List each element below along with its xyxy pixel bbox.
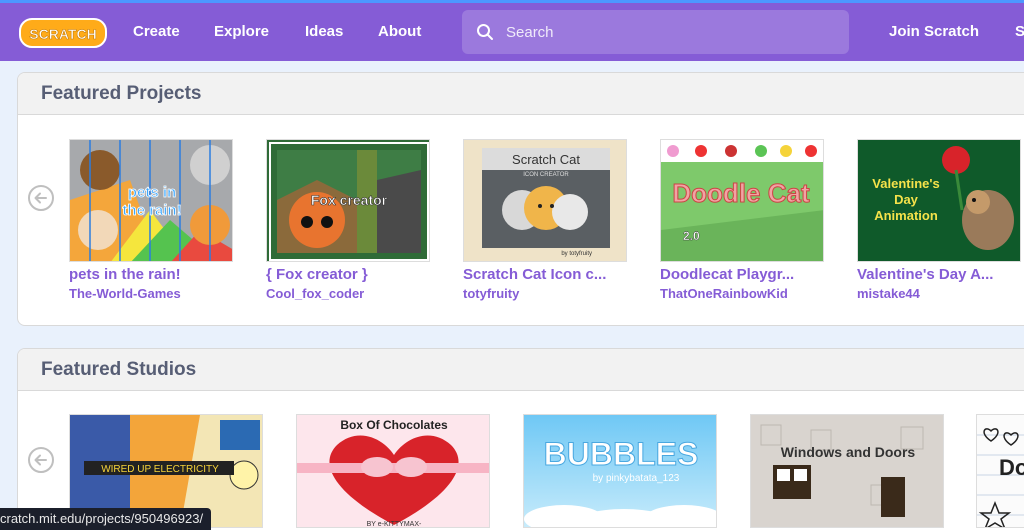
svg-text:pets in: pets in (128, 184, 176, 201)
svg-text:Day: Day (894, 192, 919, 207)
svg-text:by pinkybatata_123: by pinkybatata_123 (593, 473, 680, 484)
carousel-left-arrow-icon[interactable] (28, 185, 54, 211)
project-card[interactable]: Valentine's Day Animation Valentine's Da… (857, 139, 1021, 301)
carousel-left-arrow-icon[interactable] (28, 447, 54, 473)
project-title[interactable]: Scratch Cat Icon c... (463, 266, 627, 283)
scratch-logo[interactable]: SCRATCH (18, 16, 108, 50)
nav-ideas[interactable]: Ideas (305, 23, 343, 40)
svg-text:ICON CREATOR: ICON CREATOR (523, 172, 569, 178)
project-thumbnail[interactable]: pets in the rain! (69, 139, 233, 262)
svg-text:Doodle Cat: Doodle Cat (672, 178, 810, 208)
project-title[interactable]: { Fox creator } (266, 266, 430, 283)
nav-about[interactable]: About (378, 23, 421, 40)
nav-create[interactable]: Create (133, 23, 180, 40)
project-author[interactable]: ThatOneRainbowKid (660, 286, 824, 301)
svg-text:BUBBLES: BUBBLES (544, 436, 699, 472)
project-thumbnail[interactable]: Doodle Cat 2.0 (660, 139, 824, 262)
project-thumbnail[interactable]: Valentine's Day Animation (857, 139, 1021, 262)
project-title[interactable]: pets in the rain! (69, 266, 233, 283)
studio-thumbnail[interactable]: Do S (976, 414, 1024, 528)
svg-text:2.0: 2.0 (683, 229, 700, 243)
svg-text:Animation: Animation (874, 208, 938, 223)
featured-projects-header: Featured Projects (18, 73, 1024, 115)
svg-text:WIRED UP ELECTRICITY: WIRED UP ELECTRICITY (101, 464, 219, 475)
project-author[interactable]: Cool_fox_coder (266, 286, 430, 301)
studio-thumbnail[interactable]: Box Of Chocolates BY e-KITTYMAX- (296, 414, 490, 528)
svg-text:the rain!: the rain! (122, 202, 181, 219)
svg-text:BY e-KITTYMAX-: BY e-KITTYMAX- (367, 521, 422, 528)
svg-text:Do S: Do S (999, 455, 1024, 480)
project-title[interactable]: Valentine's Day A... (857, 266, 1021, 283)
project-thumbnail[interactable]: Scratch Cat ICON CREATOR by totyfruity (463, 139, 627, 262)
project-author[interactable]: totyfruity (463, 286, 627, 301)
status-bar-url: cratch.mit.edu/projects/950496923/ (0, 508, 212, 530)
svg-text:Fox creator: Fox creator (311, 192, 388, 208)
featured-studios-header: Featured Studios (18, 349, 1024, 391)
project-card[interactable]: Doodle Cat 2.0 Doodlecat Playgr... ThatO… (660, 139, 824, 301)
svg-text:Box Of Chocolates: Box Of Chocolates (340, 418, 448, 432)
project-title[interactable]: Doodlecat Playgr... (660, 266, 824, 283)
svg-text:Windows and Doors: Windows and Doors (781, 444, 916, 460)
sign-in-link[interactable]: S (1015, 23, 1024, 40)
search-input[interactable] (506, 20, 826, 44)
project-author[interactable]: The-World-Games (69, 286, 233, 301)
svg-text:Scratch Cat: Scratch Cat (512, 152, 580, 167)
studio-thumbnail[interactable]: Windows and Doors (750, 414, 944, 528)
studio-thumbnail[interactable]: BUBBLES by pinkybatata_123 (523, 414, 717, 528)
project-thumbnail[interactable]: Fox creator (266, 139, 430, 262)
project-card[interactable]: pets in the rain! pets in the rain! The-… (69, 139, 233, 301)
svg-text:Valentine's: Valentine's (872, 176, 939, 191)
project-card[interactable]: Fox creator { Fox creator } Cool_fox_cod… (266, 139, 430, 301)
section-title: Featured Projects (41, 82, 202, 104)
section-title: Featured Studios (41, 358, 197, 380)
search-box[interactable] (462, 10, 849, 54)
nav-explore[interactable]: Explore (214, 23, 269, 40)
search-icon (477, 24, 493, 40)
project-card[interactable]: Scratch Cat ICON CREATOR by totyfruity S… (463, 139, 627, 301)
project-author[interactable]: mistake44 (857, 286, 1021, 301)
featured-studios-section: Featured Studios WIRED UP ELECTRICITY Bo… (17, 348, 1024, 530)
svg-text:SCRATCH: SCRATCH (29, 26, 96, 42)
svg-text:by totyfruity: by totyfruity (561, 251, 592, 257)
navbar: SCRATCH Create Explore Ideas About Join … (0, 3, 1024, 61)
join-scratch-link[interactable]: Join Scratch (889, 23, 979, 40)
featured-projects-section: Featured Projects pets in the rain! pets… (17, 72, 1024, 326)
